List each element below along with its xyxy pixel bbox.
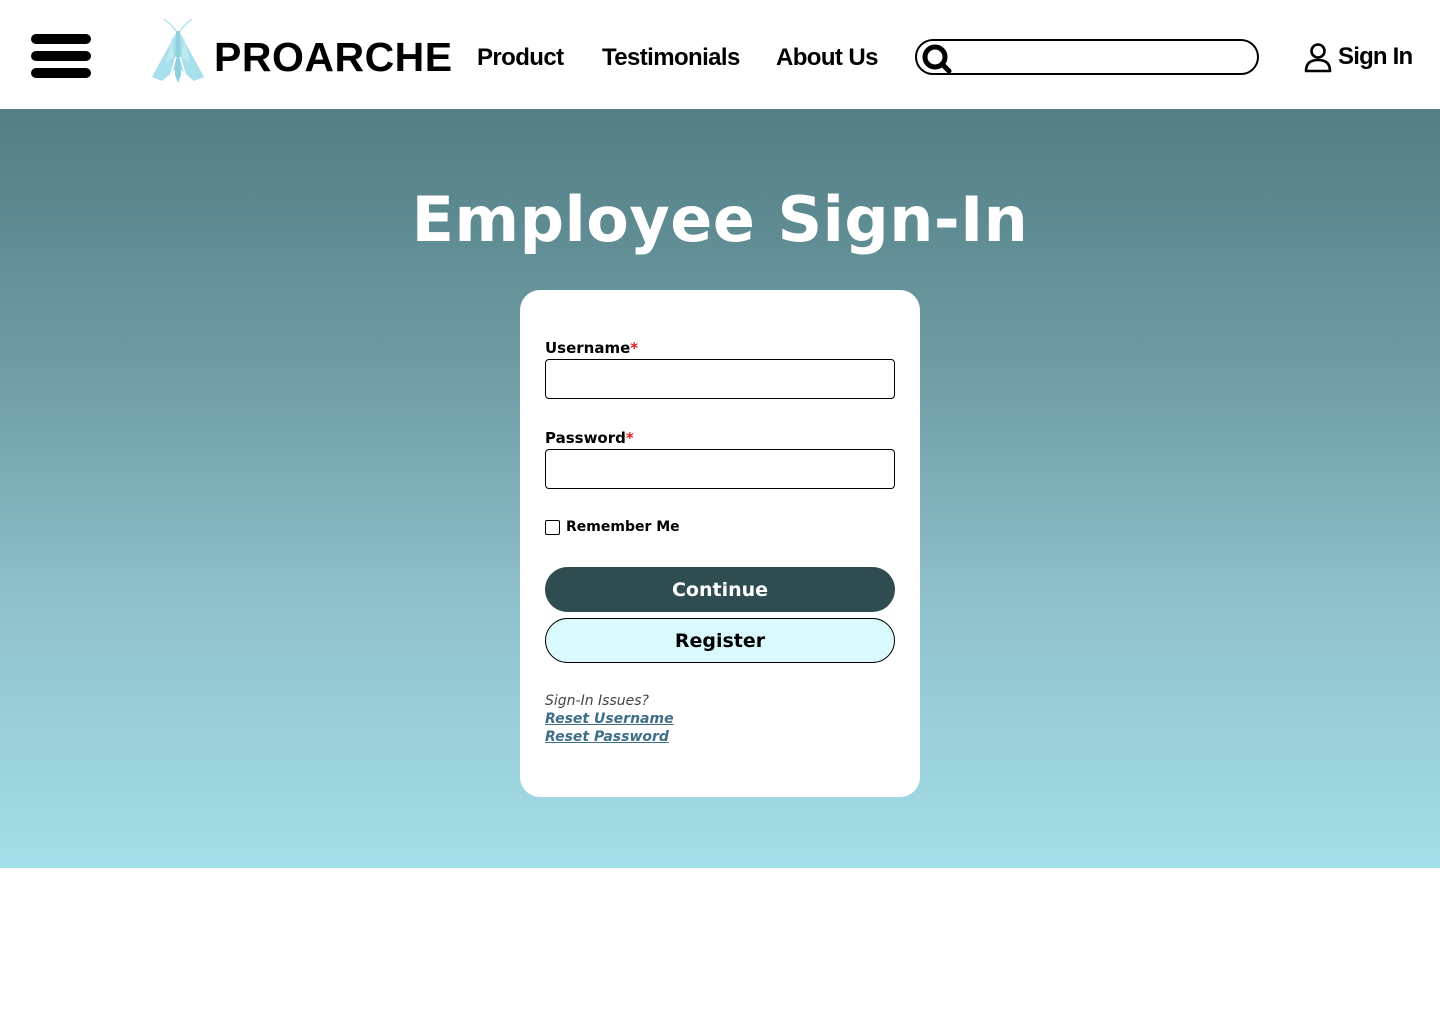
remember-me-checkbox[interactable] xyxy=(545,519,560,535)
continue-button[interactable]: Continue xyxy=(545,567,895,612)
sign-in-link[interactable]: Sign In xyxy=(1302,40,1413,74)
nav-product[interactable]: Product xyxy=(477,43,564,73)
username-field[interactable] xyxy=(545,359,895,399)
reset-password-link[interactable]: Reset Password xyxy=(545,728,669,746)
password-label: Password* xyxy=(545,429,634,447)
nav-about-us[interactable]: About Us xyxy=(776,43,878,73)
register-button[interactable]: Register xyxy=(545,618,895,663)
moth-logo[interactable] xyxy=(146,17,210,85)
search-box[interactable] xyxy=(915,39,1259,75)
sign-in-label: Sign In xyxy=(1338,43,1413,70)
page-title: Employee Sign-In xyxy=(411,183,1029,256)
top-nav-bar: PROARCHE Product Testimonials About Us S… xyxy=(0,0,1440,109)
hamburger-menu-icon[interactable] xyxy=(31,33,91,79)
search-icon[interactable] xyxy=(919,42,953,76)
user-icon xyxy=(1304,43,1332,73)
remember-me-label[interactable]: Remember Me xyxy=(566,519,680,535)
remember-me-row[interactable]: Remember Me xyxy=(545,519,680,535)
sign-in-card: Username* Password* Remember Me Continue… xyxy=(520,290,920,797)
username-label: Username* xyxy=(545,339,639,357)
required-marker: * xyxy=(630,339,639,357)
password-field[interactable] xyxy=(545,449,895,489)
sign-in-issues-label: Sign-In Issues? xyxy=(545,693,649,709)
nav-testimonials[interactable]: Testimonials xyxy=(602,43,740,73)
required-marker: * xyxy=(625,429,634,447)
hero-section: Employee Sign-In Username* Password* Rem… xyxy=(0,109,1440,868)
reset-username-link[interactable]: Reset Username xyxy=(545,710,674,728)
brand-name[interactable]: PROARCHE xyxy=(214,33,453,81)
search-input[interactable] xyxy=(955,45,1250,69)
